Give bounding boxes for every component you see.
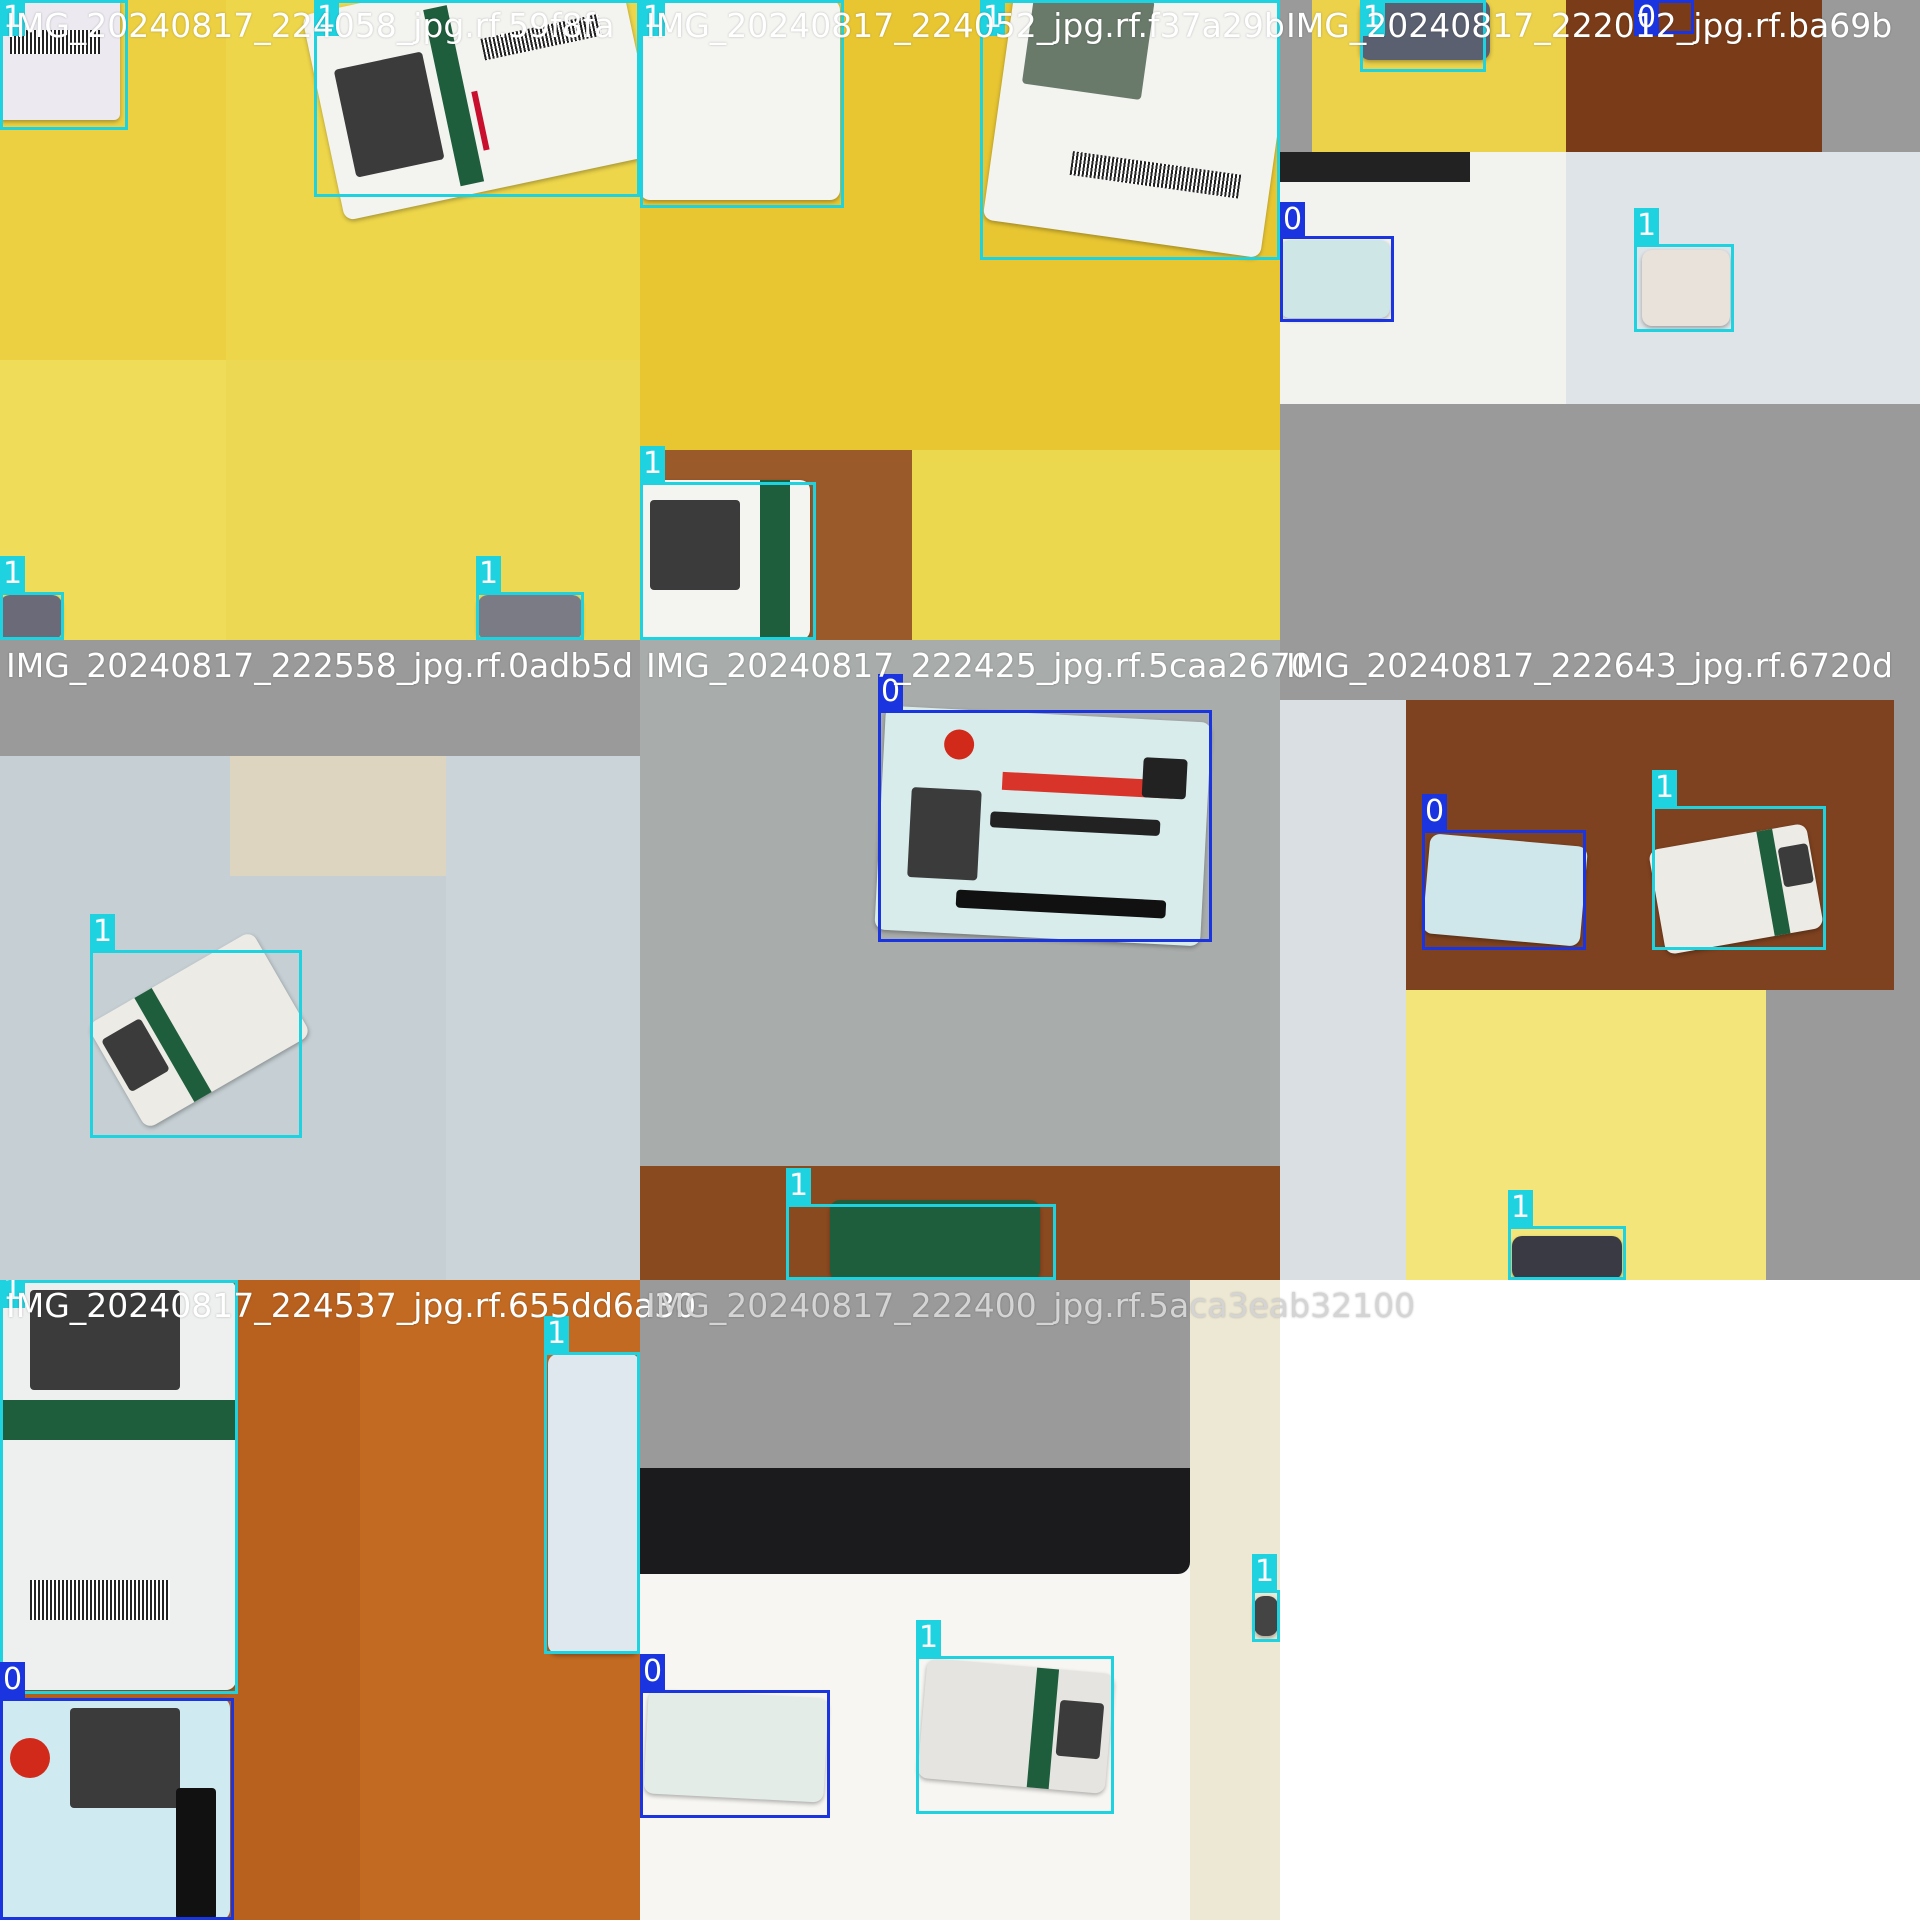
class-label: 1 [1634,208,1660,244]
image-title: IMG_20240817_222400_jpg.rf.5aca3eab32100 [646,1286,1416,1325]
detection-box [878,710,1212,942]
bg-block [1280,990,1406,1280]
image-title: IMG_20240817_224537_jpg.rf.655dd6a30 [6,1286,697,1325]
image-title: IMG_20240817_222643_jpg.rf.6720d [1286,646,1893,685]
mosaic-tile-0: 1 1 1 1 [0,0,640,640]
detection-box [1634,244,1734,332]
bg-block [230,756,446,876]
mosaic-tile-2: 1 0 0 1 [1280,0,1920,640]
detection-box [1508,1226,1626,1280]
image-title: IMG_20240817_222425_jpg.rf.5caa2670 [646,646,1312,685]
bg-block [446,756,640,1280]
keyboard [640,1468,1190,1574]
detection-box [90,950,302,1138]
class-label: 1 [476,556,502,592]
detection-box [1652,806,1826,950]
detection-box [0,1698,234,1920]
mosaic-tile-7: 0 1 1 [640,1280,1280,1920]
detection-box [640,1690,830,1818]
class-label: 1 [640,446,666,482]
class-label: 1 [916,1620,942,1656]
mosaic-tile-5: 0 1 1 [1280,640,1920,1280]
bg-block [1280,700,1406,990]
detection-box [1280,236,1394,322]
detection-box [1252,1590,1280,1642]
detection-box [0,1280,238,1694]
detection-box [1422,830,1586,950]
bg-block [1566,152,1920,404]
detection-box [640,482,816,640]
detection-box [916,1656,1114,1814]
detection-box [786,1204,1056,1280]
class-label: 1 [1652,770,1678,806]
class-label: 0 [640,1654,666,1690]
image-title: IMG_20240817_222558_jpg.rf.0adb5d [6,646,634,685]
mosaic-tile-4: 0 1 [640,640,1280,1280]
mosaic-tile-6: 1 1 0 [0,1280,640,1920]
class-label: 1 [90,914,116,950]
class-label: 0 [0,1662,26,1698]
mosaic-tile-1: 1 1 1 [640,0,1280,640]
class-label: 1 [786,1168,812,1204]
bg-block [912,450,1280,640]
image-title: IMG_20240817_222012_jpg.rf.ba69b [1286,6,1893,45]
image-title: IMG_20240817_224058_jpg.rf.59f8fa [6,6,615,45]
image-title: IMG_20240817_224052_jpg.rf.f37a29b [646,6,1285,45]
class-label: 1 [1252,1554,1278,1590]
class-label: 0 [1280,202,1306,238]
empty-cell [1280,1280,1920,1920]
detection-box [544,1352,640,1654]
mosaic-tile-3: 1 [0,640,640,1280]
class-label: 1 [0,556,26,592]
class-label: 1 [1508,1190,1534,1226]
class-label: 0 [1422,794,1448,830]
bg-block [1280,152,1470,182]
detection-box [0,592,64,640]
detection-box [476,592,584,640]
